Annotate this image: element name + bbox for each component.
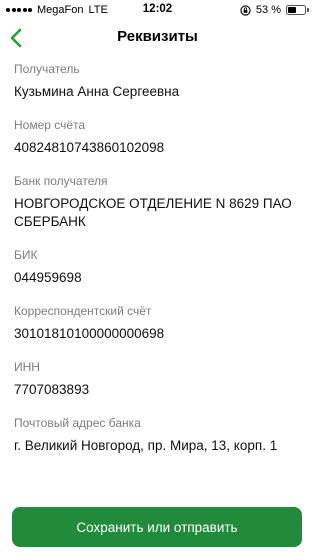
field-bik: БИК 044959698 <box>14 248 303 287</box>
field-value: НОВГОРОДСКОЕ ОТДЕЛЕНИЕ N 8629 ПАО СБЕРБА… <box>14 196 292 229</box>
field-value: 40824810743860102098 <box>14 140 165 155</box>
field-inn: ИНН 7707083893 <box>14 360 303 399</box>
save-or-send-button[interactable]: Сохранить или отправить <box>12 507 302 547</box>
field-label: Корреспондентский счёт <box>14 304 152 318</box>
battery-percent: 53 % <box>255 4 281 16</box>
field-bank-postal-address: Почтовый адрес банка г. Великий Новгород… <box>14 416 303 455</box>
field-label: Получатель <box>14 62 80 76</box>
nav-bar: Реквизиты <box>0 20 315 56</box>
field-value: Кузьмина Анна Сергеевна <box>14 84 180 99</box>
field-value: 30101810100000000698 <box>14 326 165 341</box>
requisites-list: Получатель Кузьмина Анна Сергеевна Номер… <box>14 62 303 472</box>
battery-icon <box>286 5 309 16</box>
field-label: Номер счёта <box>14 118 86 132</box>
battery-fill <box>288 7 297 13</box>
field-recipient: Получатель Кузьмина Анна Сергеевна <box>14 62 303 101</box>
field-recipient-bank: Банк получателя НОВГОРОДСКОЕ ОТДЕЛЕНИЕ N… <box>14 174 303 231</box>
page-title: Реквизиты <box>117 28 198 45</box>
field-value: 7707083893 <box>14 382 90 397</box>
field-label: ИНН <box>14 360 40 374</box>
field-label: БИК <box>14 248 38 262</box>
field-correspondent-account: Корреспондентский счёт 30101810100000000… <box>14 304 303 343</box>
scroll-fade <box>0 475 315 497</box>
field-account-number: Номер счёта 40824810743860102098 <box>14 118 303 157</box>
field-label: Банк получателя <box>14 174 108 188</box>
status-right: 53 % <box>240 3 309 17</box>
status-bar: MegaFon LTE 12:02 53 % <box>0 0 315 20</box>
field-label: Почтовый адрес банка <box>14 416 141 430</box>
orientation-lock-icon <box>240 4 251 16</box>
field-value: 044959698 <box>14 270 82 285</box>
field-value: г. Великий Новгород, пр. Мира, 13, корп.… <box>14 438 278 453</box>
